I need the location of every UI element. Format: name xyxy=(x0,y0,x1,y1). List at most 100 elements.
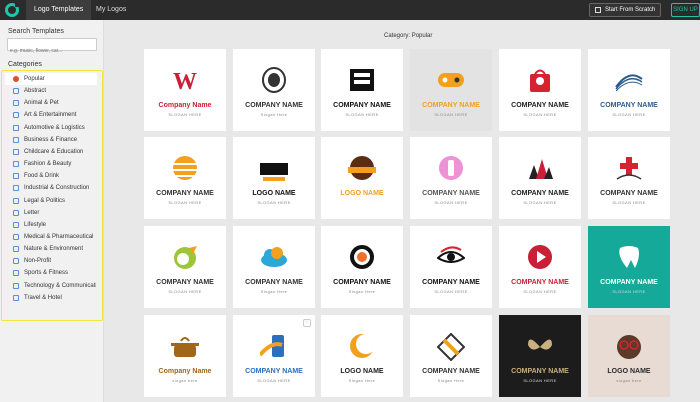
logo-template-card[interactable]: COMPANY NAME SLOGAN HERE xyxy=(588,137,670,219)
bear-glasses-icon xyxy=(617,335,641,359)
category-item[interactable]: Industrial & Construction xyxy=(10,182,96,194)
card-company-name: COMPANY NAME xyxy=(333,102,391,109)
category-label: Art & Entertainment xyxy=(24,112,77,119)
logo-template-card[interactable]: COMPANY NAME SLOGAN HERE xyxy=(499,315,581,397)
category-item[interactable]: Lifestyle xyxy=(10,219,96,231)
logo-template-card[interactable]: W Company Name SLOGAN HERE xyxy=(144,49,226,131)
logo-template-card[interactable]: COMPANY NAME SLOGAN HERE xyxy=(144,137,226,219)
category-icon xyxy=(13,246,19,253)
category-item[interactable]: Nature & Environment xyxy=(10,243,96,255)
card-company-name: COMPANY NAME xyxy=(600,102,658,109)
category-item[interactable]: Art & Entertainment xyxy=(10,109,96,121)
category-label: Lifestyle xyxy=(24,221,47,228)
start-from-scratch-button[interactable]: Start From Scratch xyxy=(589,3,661,17)
category-label: Food & Drink xyxy=(24,173,60,180)
card-slogan: SLOGAN HERE xyxy=(612,289,646,294)
striped-sphere-icon xyxy=(173,156,197,180)
logo-template-card[interactable]: LOGO NAME Slogan Here xyxy=(321,315,403,397)
category-value: Popular xyxy=(411,33,433,39)
category-item[interactable]: Legal & Politics xyxy=(10,195,96,207)
category-item[interactable]: Non-Profit xyxy=(10,255,96,267)
category-label: Medical & Pharmaceutical xyxy=(24,233,94,240)
wave-arc-icon xyxy=(615,74,643,92)
logo-template-card[interactable]: COMPANY NAME SLOGAN HERE xyxy=(588,49,670,131)
card-company-name: COMPANY NAME xyxy=(422,279,480,286)
logo-template-card[interactable]: COMPANY NAME SLOGAN HERE xyxy=(144,226,226,308)
card-slogan: Slogan Here xyxy=(348,378,376,383)
card-slogan: SLOGAN HERE xyxy=(345,112,379,117)
tab-my-logos[interactable]: My Logos xyxy=(88,0,134,20)
logo-template-card[interactable]: COMPANY NAME Slogan Here xyxy=(410,315,492,397)
card-company-name: COMPANY NAME xyxy=(600,190,658,197)
favorite-icon[interactable]: ♡ xyxy=(303,319,311,327)
logo-template-card[interactable]: COMPANY NAME SLOGAN HERE xyxy=(499,137,581,219)
category-label: Nature & Environment xyxy=(24,246,84,253)
search-input[interactable] xyxy=(10,45,96,57)
moon-circle-icon xyxy=(350,334,376,358)
brand-logo-icon[interactable] xyxy=(5,2,20,17)
category-icon xyxy=(13,148,19,155)
category-label: Industrial & Construction xyxy=(24,185,90,192)
card-company-name: LOGO NAME xyxy=(340,368,384,375)
category-item[interactable]: Popular xyxy=(5,73,97,85)
logo-template-card[interactable]: COMPANY NAME SLOGAN HERE xyxy=(499,226,581,308)
category-icon xyxy=(13,124,19,131)
category-icon xyxy=(13,294,19,301)
search-heading: Search Templates xyxy=(8,28,64,35)
sidebar: Search Templates Categories Popular Abstr… xyxy=(0,20,104,402)
card-company-name: COMPANY NAME xyxy=(156,190,214,197)
category-label: Childcare & Education xyxy=(24,148,84,155)
category-icon xyxy=(13,173,19,180)
category-item[interactable]: Letter xyxy=(10,207,96,219)
tab-logo-templates[interactable]: Logo Templates xyxy=(26,0,92,20)
category-icon xyxy=(13,209,19,216)
logo-template-card[interactable]: COMPANY NAME SLOGAN HERE xyxy=(588,226,670,308)
card-company-name: LOGO NAME xyxy=(340,190,384,197)
category-label: Non-Profit xyxy=(24,258,52,265)
category-label: Legal & Politics xyxy=(24,197,66,204)
logo-template-card[interactable]: LOGO NAME slogan here xyxy=(588,315,670,397)
category-item[interactable]: Animal & Pet xyxy=(10,97,96,109)
category-item[interactable]: Business & Finance xyxy=(10,134,96,146)
category-item[interactable]: Technology & Communicati xyxy=(10,280,96,292)
category-item[interactable]: Childcare & Education xyxy=(10,146,96,158)
logo-template-card[interactable]: COMPANY NAME SLOGAN HERE xyxy=(321,49,403,131)
logo-template-card[interactable]: COMPANY NAME Slogan Here xyxy=(233,226,315,308)
category-item[interactable]: Food & Drink xyxy=(10,170,96,182)
logo-template-card[interactable]: Company Name slogan here xyxy=(144,315,226,397)
category-item[interactable]: Sports & Fitness xyxy=(10,267,96,279)
card-slogan: Slogan Here xyxy=(260,289,288,294)
logo-template-card[interactable]: COMPANY NAME SLOGAN HERE xyxy=(410,226,492,308)
diamond-x-icon xyxy=(437,333,465,361)
card-company-name: COMPANY NAME xyxy=(245,102,303,109)
category-item[interactable]: Abstract xyxy=(10,85,96,97)
logo-template-card[interactable]: COMPANY NAME SLOGAN HERE xyxy=(499,49,581,131)
phone-swoosh-icon xyxy=(260,335,284,357)
category-item[interactable]: Fashion & Beauty xyxy=(10,158,96,170)
lipstick-circle-icon xyxy=(439,156,463,180)
logo-template-card[interactable]: COMPANY NAME SLOGAN HERE xyxy=(410,137,492,219)
card-slogan: slogan here xyxy=(616,378,642,383)
category-item[interactable]: Automotive & Logistics xyxy=(10,122,96,134)
cooking-pot-icon xyxy=(171,337,199,357)
butterfly-icon xyxy=(528,339,552,350)
logo-template-card[interactable]: LOGO NAME SLOGAN HERE xyxy=(233,137,315,219)
category-icon xyxy=(13,112,19,119)
card-slogan: SLOGAN HERE xyxy=(523,378,557,383)
category-item[interactable]: Travel & Hotel xyxy=(10,292,96,304)
card-slogan: SLOGAN HERE xyxy=(612,200,646,205)
categories-heading: Categories xyxy=(8,61,42,68)
card-slogan: SLOGAN HERE xyxy=(612,112,646,117)
card-company-name: LOGO NAME xyxy=(607,368,651,375)
sign-up-button[interactable]: SIGN UP xyxy=(671,3,700,17)
search-box[interactable] xyxy=(7,38,97,57)
logo-template-card[interactable]: LOGO NAME xyxy=(321,137,403,219)
logo-template-card[interactable]: COMPANY NAME Slogan Here xyxy=(233,49,315,131)
category-icon xyxy=(13,161,19,168)
card-slogan: slogan here xyxy=(172,378,198,383)
logo-template-card[interactable]: COMPANY NAME Slogan Here xyxy=(321,226,403,308)
category-item[interactable]: Medical & Pharmaceutical xyxy=(10,231,96,243)
category-icon xyxy=(13,88,19,95)
logo-template-card[interactable]: COMPANY NAME SLOGAN HERE ♡ xyxy=(233,315,315,397)
logo-template-card[interactable]: COMPANY NAME SLOGAN HERE xyxy=(410,49,492,131)
